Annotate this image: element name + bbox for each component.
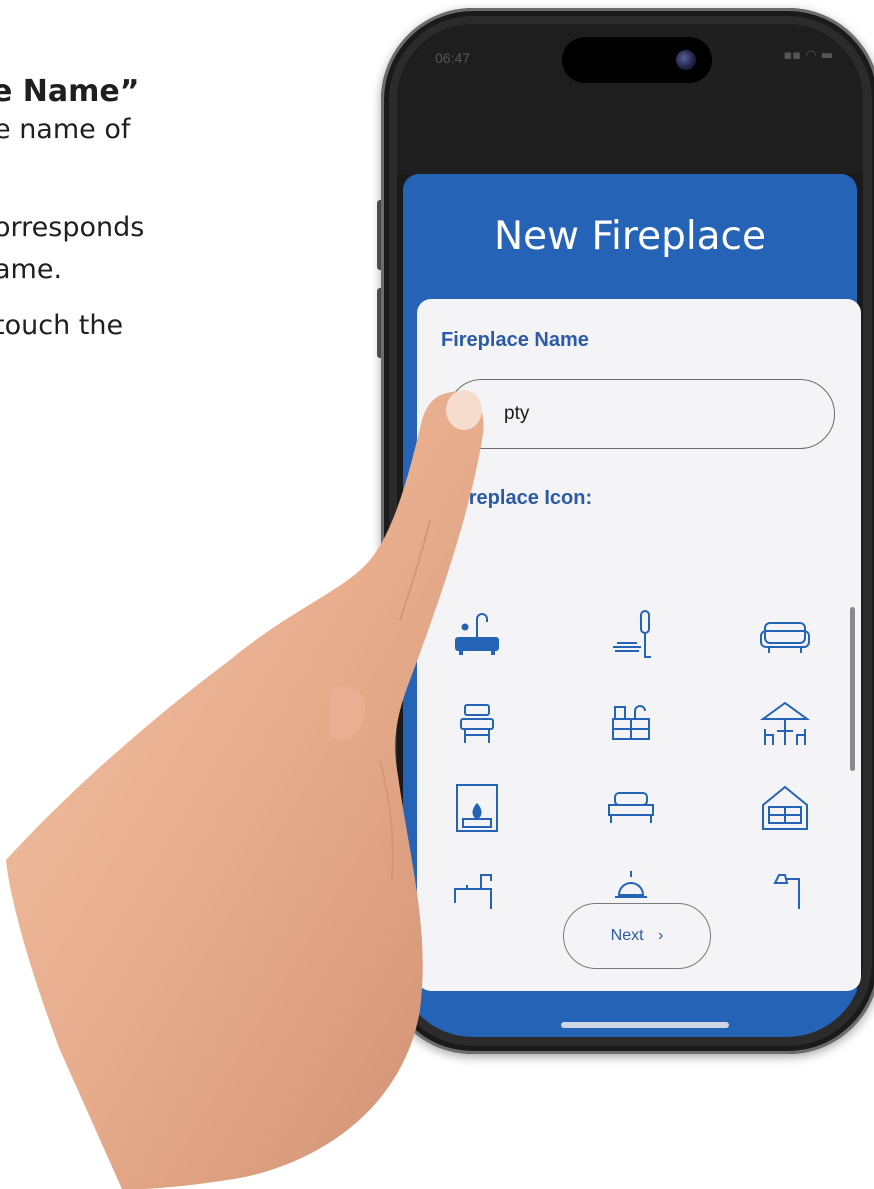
cabinet-icon[interactable] (601, 695, 661, 755)
instruction-heading: e Name” (0, 74, 140, 109)
instruction-text-4: touch the (0, 310, 124, 341)
next-button-label: Next (610, 927, 644, 944)
fireplace-icon[interactable] (447, 779, 507, 839)
patio-umbrella-icon[interactable] (755, 695, 815, 755)
page-title: New Fireplace (494, 214, 766, 259)
status-icons: ▪▪ ◠ ▬ (783, 48, 833, 63)
sink-icon[interactable] (447, 859, 507, 919)
house-icon[interactable] (755, 779, 815, 839)
instruction-text-3: ame. (0, 254, 63, 285)
dynamic-island (562, 37, 712, 83)
chair-icon[interactable] (447, 695, 507, 755)
instruction-text-1: e name of (0, 114, 131, 145)
home-indicator[interactable] (561, 1022, 729, 1028)
camera-icon (676, 50, 696, 70)
instruction-text-2: orresponds (0, 212, 145, 243)
fireplace-name-input[interactable] (447, 379, 835, 449)
fireplace-icon-label: Fireplace Icon: (451, 487, 593, 509)
next-button[interactable]: Next › (563, 903, 711, 969)
lamp-icon[interactable] (755, 859, 815, 919)
fireplace-name-label: Fireplace Name (441, 329, 589, 351)
scrollbar[interactable] (850, 607, 855, 771)
shower-icon[interactable] (601, 605, 661, 665)
bathtub-icon[interactable] (447, 605, 507, 665)
status-time: 06:47 (435, 50, 471, 66)
phone-screen: 06:47 ▪▪ ◠ ▬ New Fireplace Fireplace Nam… (397, 24, 863, 1037)
bed-icon[interactable] (601, 779, 661, 839)
form-card: Fireplace Name Fireplace Icon: (417, 299, 861, 991)
chevron-right-icon: › (658, 927, 664, 944)
sofa-icon[interactable] (755, 605, 815, 665)
new-fireplace-sheet: New Fireplace Fireplace Name Fireplace I… (403, 174, 861, 1037)
